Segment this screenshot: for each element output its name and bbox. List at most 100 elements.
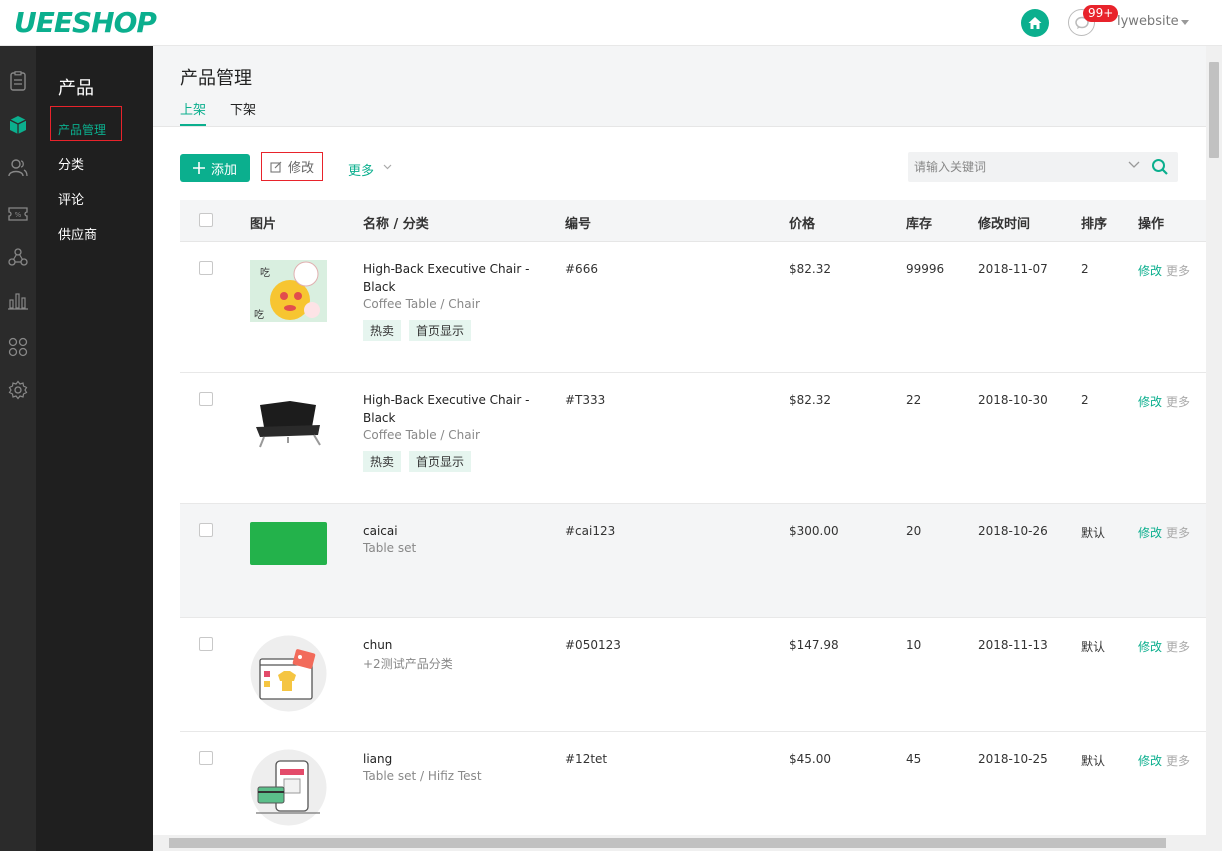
product-name[interactable]: liang	[363, 750, 533, 768]
chevron-down-icon[interactable]	[1128, 161, 1140, 169]
home-icon	[1028, 17, 1042, 29]
horizontal-scrollbar[interactable]	[153, 835, 1206, 851]
tab-on-shelf[interactable]: 上架	[180, 99, 207, 126]
chevron-down-icon[interactable]	[383, 164, 392, 170]
plus-icon	[192, 162, 205, 174]
row-actions: 修改 更多	[1138, 524, 1190, 541]
search-input[interactable]	[914, 158, 1114, 176]
tab-off-shelf[interactable]: 下架	[230, 99, 256, 124]
table-row: caicai Table set #cai123 $300.00 20 2018…	[180, 504, 1206, 618]
product-stock: 45	[906, 752, 922, 766]
svg-text:吃: 吃	[254, 308, 264, 321]
top-bar: UEESHOP 99+ lywebsite	[0, 0, 1222, 46]
rail-coupons[interactable]: %	[0, 199, 36, 229]
vertical-scroll-thumb[interactable]	[1209, 62, 1219, 158]
col-stock: 库存	[906, 217, 933, 232]
row-actions: 修改 更多	[1138, 638, 1190, 655]
rail-share[interactable]	[0, 242, 36, 272]
rail-users[interactable]	[0, 153, 36, 183]
home-button[interactable]	[1021, 9, 1049, 37]
product-number: #cai123	[565, 524, 616, 538]
row-edit-link[interactable]: 修改	[1138, 640, 1162, 654]
sidebar-item-reviews[interactable]: 评论	[58, 189, 84, 208]
product-name[interactable]: High-Back Executive Chair - Black	[363, 260, 533, 296]
product-name[interactable]: chun	[363, 636, 533, 654]
cartoon-cat-image: 吃 吃	[250, 260, 327, 322]
product-price: $300.00	[789, 524, 839, 538]
add-button-label: 添加	[210, 162, 237, 178]
product-category: Table set	[363, 541, 417, 555]
tag-hot: 热卖	[363, 320, 402, 341]
row-checkbox[interactable]	[199, 392, 213, 406]
horizontal-scroll-thumb[interactable]	[169, 838, 1166, 848]
row-more-link[interactable]: 更多	[1166, 526, 1190, 540]
product-number: #050123	[565, 638, 621, 652]
row-checkbox[interactable]	[199, 523, 213, 537]
ueeshop-logo[interactable]: UEESHOP	[14, 6, 157, 39]
select-all-checkbox[interactable]	[199, 213, 213, 227]
product-name[interactable]: High-Back Executive Chair - Black	[363, 391, 533, 427]
coupon-icon: %	[8, 207, 28, 221]
col-action: 操作	[1138, 217, 1165, 232]
sidebar-item-category[interactable]: 分类	[58, 154, 84, 173]
product-stock: 10	[906, 638, 922, 652]
rail-products[interactable]	[0, 110, 36, 140]
product-category: +2测试产品分类	[363, 657, 453, 671]
product-thumbnail[interactable]	[250, 391, 327, 456]
user-menu[interactable]: lywebsite	[1117, 14, 1179, 29]
edit-button-label: 修改	[287, 161, 314, 176]
sidebar-item-suppliers[interactable]: 供应商	[58, 224, 97, 243]
vertical-scrollbar[interactable]	[1206, 46, 1222, 851]
rail-settings[interactable]	[0, 375, 36, 405]
search-icon[interactable]	[1151, 158, 1169, 176]
sidebar-item-product-management[interactable]: 产品管理	[58, 121, 106, 138]
more-dropdown[interactable]: 更多	[348, 160, 374, 179]
add-button[interactable]: 添加	[180, 154, 250, 182]
row-checkbox[interactable]	[199, 261, 213, 275]
product-thumbnail[interactable]	[250, 749, 327, 829]
row-actions: 修改 更多	[1138, 262, 1190, 279]
product-stock: 20	[906, 524, 922, 538]
row-edit-link[interactable]: 修改	[1138, 264, 1162, 278]
row-edit-link[interactable]: 修改	[1138, 754, 1162, 768]
row-checkbox[interactable]	[199, 637, 213, 651]
stats-icon	[8, 293, 28, 310]
product-modified: 2018-10-26	[978, 524, 1048, 538]
rail-apps[interactable]	[0, 332, 36, 362]
row-more-link[interactable]: 更多	[1166, 395, 1190, 409]
product-sort: 默认	[1081, 526, 1106, 540]
col-sort: 排序	[1081, 217, 1108, 232]
product-category: Coffee Table / Chair	[363, 297, 480, 311]
row-checkbox[interactable]	[199, 751, 213, 765]
tag-hot: 热卖	[363, 451, 402, 472]
table-row: chun +2测试产品分类 #050123 $147.98 10 2018-11…	[180, 618, 1206, 732]
edit-icon	[270, 161, 282, 173]
row-more-link[interactable]: 更多	[1166, 754, 1190, 768]
row-edit-link[interactable]: 修改	[1138, 526, 1162, 540]
col-name: 名称 / 分类	[363, 217, 429, 232]
products-icon	[9, 116, 27, 134]
main-content: 产品管理 上架 下架 添加 修改 更多 图片 名称 / 分类 编号	[153, 46, 1206, 835]
product-stock: 99996	[906, 262, 945, 276]
sidebar-submenu: 产品 产品管理 分类 评论 供应商	[36, 46, 153, 851]
notification-badge: 99+	[1083, 5, 1119, 22]
row-more-link[interactable]: 更多	[1166, 264, 1190, 278]
col-number: 编号	[565, 217, 592, 232]
col-price: 价格	[789, 217, 816, 232]
row-edit-link[interactable]: 修改	[1138, 395, 1162, 409]
product-name[interactable]: caicai	[363, 522, 533, 540]
product-sort: 2	[1081, 262, 1089, 276]
product-thumbnail[interactable]: 吃 吃	[250, 260, 327, 325]
row-actions: 修改 更多	[1138, 752, 1190, 769]
chevron-down-icon[interactable]	[1181, 20, 1189, 25]
product-price: $82.32	[789, 262, 831, 276]
edit-button[interactable]: 修改	[261, 152, 323, 181]
rail-orders[interactable]	[0, 66, 36, 96]
product-thumbnail[interactable]	[250, 635, 327, 715]
product-modified: 2018-11-13	[978, 638, 1048, 652]
product-thumbnail[interactable]	[250, 522, 327, 568]
row-more-link[interactable]: 更多	[1166, 640, 1190, 654]
rail-stats[interactable]	[0, 286, 36, 316]
product-category: Coffee Table / Chair	[363, 428, 480, 442]
page-title: 产品管理	[180, 68, 252, 89]
